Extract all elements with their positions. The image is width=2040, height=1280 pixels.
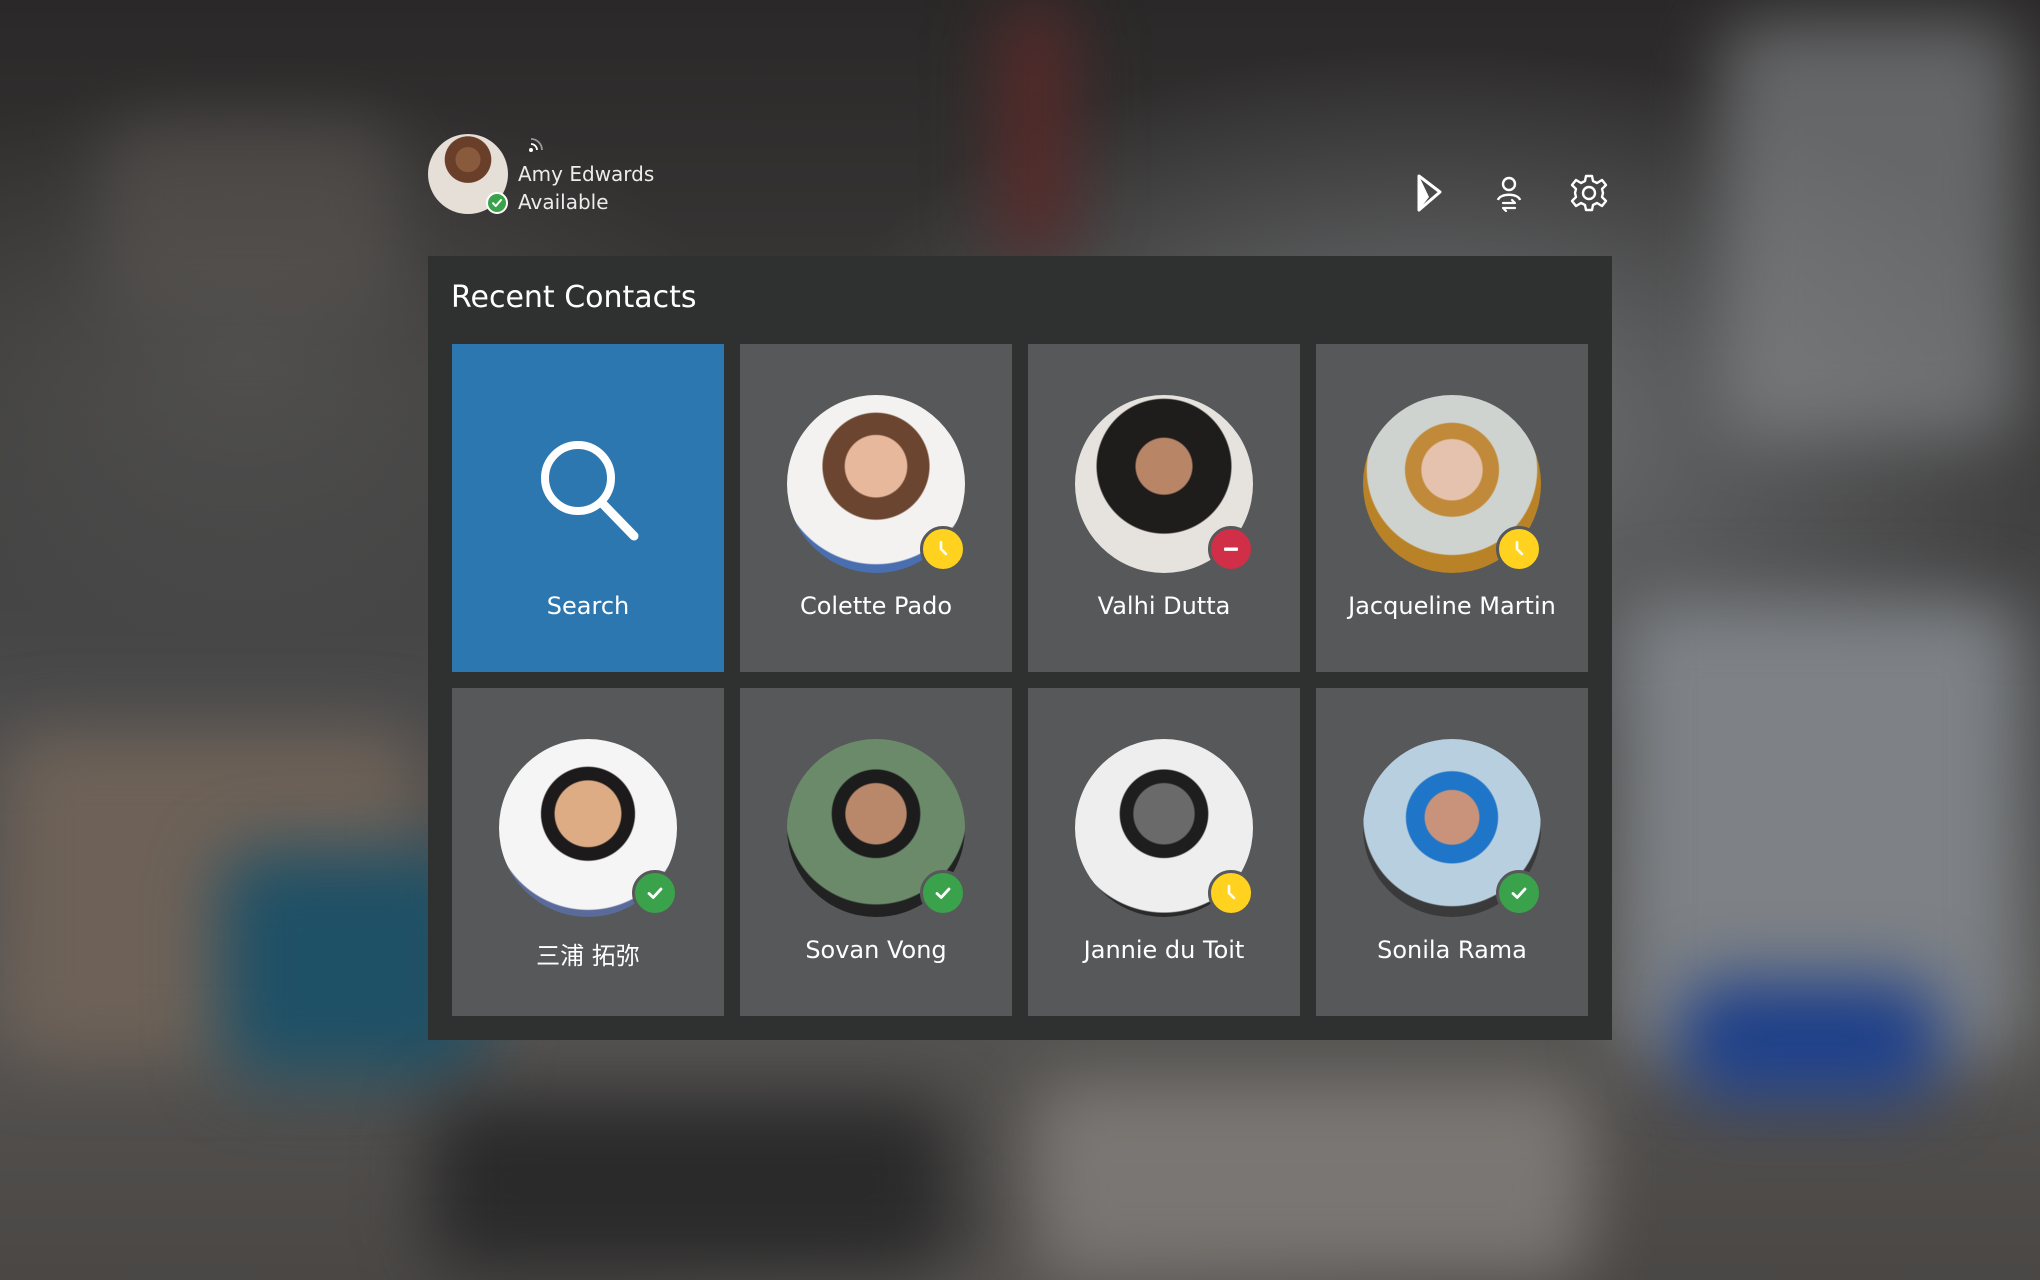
user-avatar[interactable] [428, 134, 508, 214]
signal-icon [522, 132, 548, 156]
available-status-icon [920, 870, 966, 916]
user-status-text: Available [518, 190, 609, 214]
user-name: Amy Edwards [518, 162, 655, 186]
contact-name: Jacqueline Martin [1348, 592, 1556, 620]
do-not-disturb-status-icon [1208, 526, 1254, 572]
search-tile[interactable]: Search [452, 344, 724, 672]
away-status-icon [1496, 526, 1542, 572]
available-status-icon [1496, 870, 1542, 916]
switch-account-icon[interactable] [1486, 170, 1532, 216]
away-status-icon [1208, 870, 1254, 916]
contacts-grid: Search Colette Pado Valhi Dutta Jacqueli… [452, 344, 1588, 1016]
contact-tile-miura-takuya[interactable]: 三浦 拓弥 [452, 688, 724, 1016]
search-tile-label: Search [546, 592, 630, 620]
contact-name: Sovan Vong [805, 936, 947, 964]
gear-icon[interactable] [1566, 170, 1612, 216]
contact-tile-jannie-du-toit[interactable]: Jannie du Toit [1028, 688, 1300, 1016]
contact-tile-colette-pado[interactable]: Colette Pado [740, 344, 1012, 672]
search-icon [532, 434, 642, 544]
contact-name: 三浦 拓弥 [536, 942, 640, 970]
contact-name: Colette Pado [799, 592, 953, 620]
contact-name: Sonila Rama [1377, 936, 1527, 964]
panel-title: Recent Contacts [451, 280, 697, 315]
available-status-icon [632, 870, 678, 916]
recent-contacts-panel: Recent Contacts Search Colette Pado Valh… [428, 256, 1612, 1040]
contact-tile-sovan-vong[interactable]: Sovan Vong [740, 688, 1012, 1016]
available-status-icon [486, 192, 508, 214]
away-status-icon [920, 526, 966, 572]
app-header: Amy Edwards Available [428, 132, 1612, 218]
dynamics-logo-icon[interactable] [1406, 170, 1452, 216]
contact-name: Jannie du Toit [1083, 936, 1245, 964]
contact-name: Valhi Dutta [1097, 592, 1231, 620]
header-actions [1406, 170, 1612, 214]
contact-tile-valhi-dutta[interactable]: Valhi Dutta [1028, 344, 1300, 672]
contact-tile-jacqueline-martin[interactable]: Jacqueline Martin [1316, 344, 1588, 672]
contact-tile-sonila-rama[interactable]: Sonila Rama [1316, 688, 1588, 1016]
